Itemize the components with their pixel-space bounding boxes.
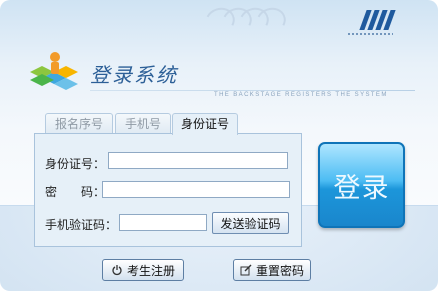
login-panel: 登录系统 THE BACKSTAGE REGISTERS THE SYSTEM … xyxy=(0,0,438,291)
register-button[interactable]: 考生注册 xyxy=(102,259,184,281)
register-button-label: 考生注册 xyxy=(126,263,175,278)
reset-password-button[interactable]: 重置密码 xyxy=(233,259,311,281)
tab-registration-number[interactable]: 报名序号 xyxy=(45,113,113,134)
app-subtitle: THE BACKSTAGE REGISTERS THE SYSTEM xyxy=(214,92,388,98)
id-input[interactable] xyxy=(108,152,288,169)
logo-icon xyxy=(30,52,78,90)
power-icon xyxy=(112,265,122,276)
dots-decoration xyxy=(347,33,393,35)
app-title: 登录系统 xyxy=(90,63,178,87)
sms-code-label: 手机验证码： xyxy=(45,218,118,232)
stripes-decoration xyxy=(357,10,397,30)
login-button[interactable]: 登录 xyxy=(318,142,405,228)
tab-id-card[interactable]: 身份证号 xyxy=(172,113,238,135)
edit-icon xyxy=(240,264,252,276)
password-label: 密 码： xyxy=(45,185,106,199)
divider xyxy=(90,90,415,91)
id-label: 身份证号： xyxy=(45,157,106,171)
sms-code-input[interactable] xyxy=(119,214,207,231)
send-code-button[interactable]: 发送验证码 xyxy=(212,212,289,234)
tab-phone[interactable]: 手机号 xyxy=(115,113,171,134)
password-input[interactable] xyxy=(102,181,290,198)
reset-password-label: 重置密码 xyxy=(255,263,304,278)
